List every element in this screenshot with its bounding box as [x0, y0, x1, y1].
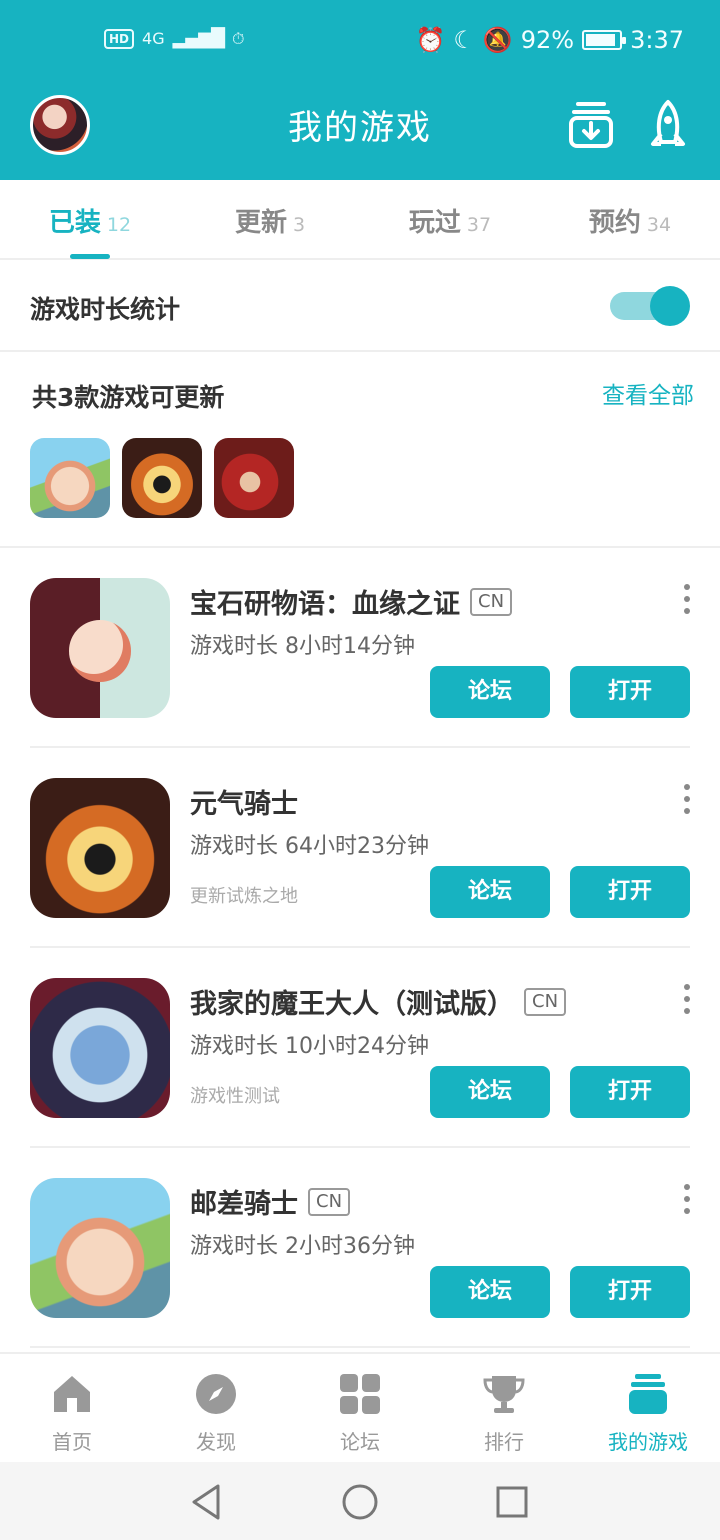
tab-reserved[interactable]: 预约 34 — [540, 180, 720, 258]
tab-count: 37 — [466, 214, 492, 236]
stack-icon — [626, 1372, 670, 1416]
bottom-nav: 首页 发现 论坛 排行 我的游戏 — [0, 1352, 720, 1462]
game-name[interactable]: 宝石研物语：血缘之证 CN — [190, 582, 513, 621]
game-name[interactable]: 元气骑士 — [190, 782, 298, 821]
open-button[interactable]: 打开 — [570, 666, 690, 718]
mute-icon: 🔕 — [482, 26, 513, 54]
forum-button[interactable]: 论坛 — [430, 666, 550, 718]
tab-played[interactable]: 玩过 37 — [360, 180, 540, 258]
view-all-link[interactable]: 查看全部 — [602, 376, 694, 410]
tab-label: 预约 — [588, 208, 641, 238]
rocket-icon — [651, 100, 685, 146]
region-badge: CN — [308, 1187, 351, 1216]
region-badge: CN — [524, 987, 567, 1016]
compass-icon — [194, 1372, 238, 1416]
game-row: 元气骑士 游戏时长 64小时23分钟 更新试炼之地 论坛 打开 — [0, 748, 720, 948]
battery-icon — [582, 30, 627, 50]
tab-label: 更新 — [234, 208, 287, 238]
game-icon[interactable] — [30, 578, 170, 718]
game-name[interactable]: 邮差骑士 CN — [190, 1182, 351, 1221]
recents-icon[interactable] — [492, 1482, 532, 1522]
update-game-icon[interactable] — [214, 438, 294, 518]
nav-label: 论坛 — [340, 1430, 380, 1454]
nav-discover[interactable]: 发现 — [144, 1354, 288, 1462]
tab-label: 玩过 — [408, 208, 461, 238]
clock: 3:37 — [630, 26, 684, 54]
game-row: 我家的魔王大人（测试版） CN 游戏时长 10小时24分钟 游戏性测试 论坛 打开 — [0, 948, 720, 1148]
more-menu-icon[interactable] — [682, 984, 692, 1014]
more-menu-icon[interactable] — [682, 784, 692, 814]
battery-percent: 92% — [520, 26, 575, 54]
more-menu-icon[interactable] — [682, 1184, 692, 1214]
divider — [30, 1346, 690, 1348]
nav-forum[interactable]: 论坛 — [288, 1354, 432, 1462]
forum-button[interactable]: 论坛 — [430, 1266, 550, 1318]
hd-badge: HD — [104, 28, 135, 49]
updates-title: 共3款游戏可更新 — [32, 383, 225, 412]
toggle-knob[interactable] — [650, 286, 690, 326]
game-name[interactable]: 我家的魔王大人（测试版） CN — [190, 982, 567, 1021]
update-game-icon[interactable] — [122, 438, 202, 518]
tab-count: 12 — [106, 214, 132, 236]
game-update-note: 更新试炼之地 — [190, 886, 298, 907]
open-button[interactable]: 打开 — [570, 1266, 690, 1318]
game-playtime: 游戏时长 8小时14分钟 — [190, 634, 415, 659]
tab-installed[interactable]: 已装 12 — [0, 180, 180, 259]
game-icon[interactable] — [30, 1178, 170, 1318]
updates-section: 共3款游戏可更新 查看全部 — [0, 352, 720, 548]
nav-label: 我的游戏 — [608, 1430, 688, 1454]
tab-updates[interactable]: 更新 3 — [180, 180, 360, 258]
forum-button[interactable]: 论坛 — [430, 1066, 550, 1118]
home-circle-icon[interactable] — [340, 1482, 380, 1522]
network-label: 4G — [142, 29, 165, 48]
tab-bar: 已装 12 更新 3 玩过 37 预约 34 — [0, 180, 720, 260]
nav-ranking[interactable]: 排行 — [432, 1354, 576, 1462]
game-playtime: 游戏时长 2小时36分钟 — [190, 1234, 415, 1259]
status-right: ⏰ ☾ 🔕 92% 3:37 — [415, 26, 684, 54]
game-row: 邮差骑士 CN 游戏时长 2小时36分钟 论坛 打开 — [0, 1148, 720, 1348]
region-badge: CN — [470, 587, 513, 616]
game-update-note: 游戏性测试 — [190, 1086, 280, 1107]
installed-games-list: 宝石研物语：血缘之证 CN 游戏时长 8小时14分钟 论坛 打开 元气骑士 游戏时… — [0, 548, 720, 1348]
nav-label: 发现 — [196, 1430, 236, 1454]
nav-my-games[interactable]: 我的游戏 — [576, 1354, 720, 1462]
open-button[interactable]: 打开 — [570, 1066, 690, 1118]
grid-icon — [338, 1372, 382, 1416]
nav-home[interactable]: 首页 — [0, 1354, 144, 1462]
open-button[interactable]: 打开 — [570, 866, 690, 918]
home-icon — [50, 1372, 94, 1416]
forum-button[interactable]: 论坛 — [430, 866, 550, 918]
signal-icon: ▂▄▆█ — [172, 28, 225, 49]
back-icon[interactable] — [186, 1482, 226, 1522]
update-game-icon[interactable] — [30, 438, 110, 518]
tab-count: 3 — [292, 214, 306, 236]
more-menu-icon[interactable] — [682, 584, 692, 614]
download-manager-button[interactable] — [568, 98, 614, 152]
game-title: 宝石研物语：血缘之证 — [190, 589, 460, 620]
download-tray-icon — [569, 102, 613, 148]
tab-label: 已装 — [48, 208, 101, 238]
playtime-stats-label: 游戏时长统计 — [30, 295, 181, 324]
nav-label: 首页 — [52, 1430, 92, 1454]
game-playtime: 游戏时长 10小时24分钟 — [190, 1034, 429, 1059]
game-row: 宝石研物语：血缘之证 CN 游戏时长 8小时14分钟 论坛 打开 — [0, 548, 720, 748]
trophy-icon — [482, 1372, 526, 1416]
game-title: 我家的魔王大人（测试版） — [190, 989, 514, 1020]
status-bar: HD 4G ▂▄▆█ ⏱ ⏰ ☾ 🔕 92% 3:37 — [0, 0, 720, 84]
alarm-icon: ⏰ — [415, 26, 446, 54]
game-playtime: 游戏时长 64小时23分钟 — [190, 834, 429, 859]
nav-label: 排行 — [484, 1430, 524, 1454]
game-icon[interactable] — [30, 778, 170, 918]
rocket-button[interactable] — [645, 98, 691, 152]
game-title: 元气骑士 — [190, 789, 298, 820]
update-icons — [30, 438, 294, 518]
timer-icon: ⏱ — [231, 28, 245, 48]
moon-icon: ☾ — [453, 26, 475, 54]
game-icon[interactable] — [30, 978, 170, 1118]
app-header: HD 4G ▂▄▆█ ⏱ ⏰ ☾ 🔕 92% 3:37 我的游戏 — [0, 0, 720, 180]
tab-count: 34 — [646, 214, 672, 236]
game-title: 邮差骑士 — [190, 1189, 298, 1220]
system-nav-bar — [0, 1462, 720, 1540]
status-left: HD 4G ▂▄▆█ ⏱ — [104, 28, 244, 49]
